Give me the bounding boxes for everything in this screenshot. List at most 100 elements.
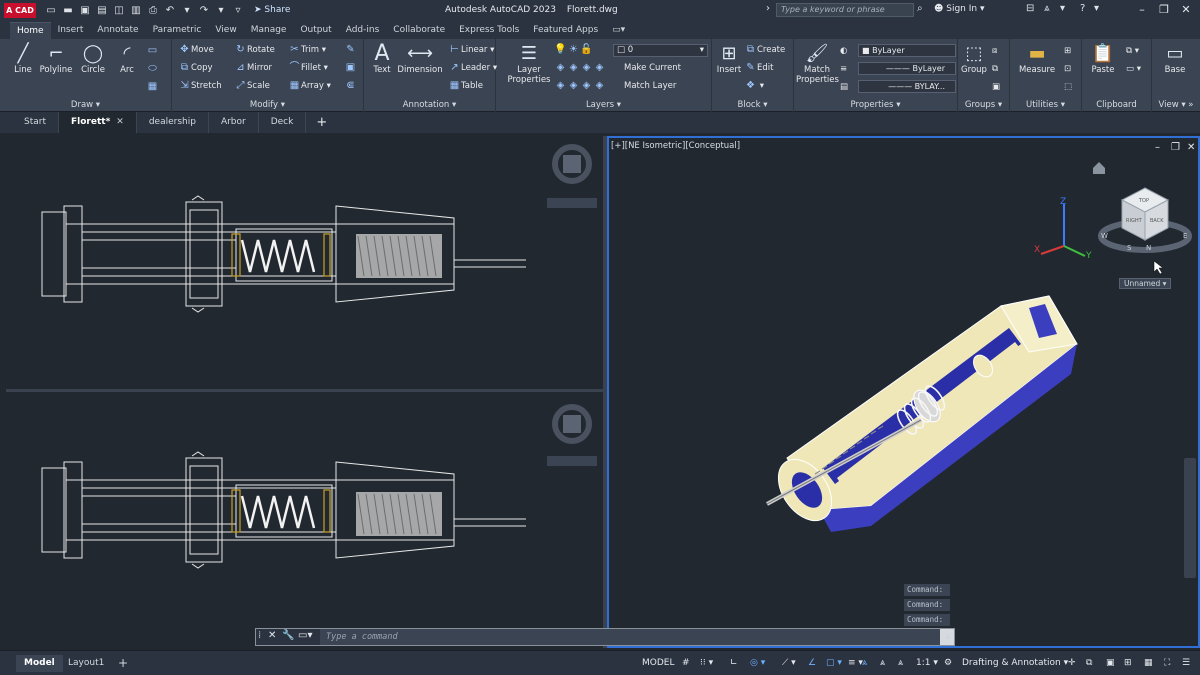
minimize-button[interactable]: – — [1131, 2, 1153, 18]
workspace-gear-icon[interactable]: ⚙ — [944, 656, 952, 671]
cut-icon[interactable]: ▭ ▾ — [1126, 62, 1141, 76]
ribbon-minimize-toggle-icon[interactable]: ▭▾ — [605, 22, 632, 39]
close-tab-icon[interactable]: ✕ — [116, 117, 124, 127]
color-dropdown[interactable]: ■ ByLayer — [858, 44, 956, 57]
tab-view[interactable]: View — [208, 22, 243, 39]
autodesk-app-icon[interactable]: ⩓ — [1044, 3, 1050, 14]
viewcube-menu-bottom[interactable] — [547, 456, 597, 466]
tab-insert[interactable]: Insert — [51, 22, 91, 39]
match-layer-button[interactable]: Match Layer — [624, 79, 676, 93]
trim-button[interactable]: ✂ Trim ▾ — [288, 43, 326, 57]
navigation-wheel-bottom[interactable] — [552, 404, 592, 444]
help-search-input[interactable]: Type a keyword or phrase — [776, 3, 914, 17]
explode-button[interactable]: ▣ — [344, 61, 357, 75]
snap-icon[interactable]: ⁝⁝ ▾ — [700, 656, 713, 671]
plus-icon[interactable]: ✛ — [1068, 656, 1076, 671]
leader-button[interactable]: ↗ Leader ▾ — [448, 61, 497, 75]
linetype-dropdown[interactable]: ——— ByLayer — [858, 62, 956, 75]
restore-button[interactable]: ❐ — [1153, 2, 1175, 18]
tab-manage[interactable]: Manage — [244, 22, 294, 39]
file-tab-arbor[interactable]: Arbor — [209, 112, 259, 133]
viewport-right-3d[interactable]: [+][NE Isometric][Conceptual] – ❐ ✕ Z X … — [607, 136, 1200, 648]
search-arrow-icon[interactable]: › — [766, 3, 770, 14]
linear-button[interactable]: ⊢ Linear ▾ — [448, 43, 494, 57]
tab-express-tools[interactable]: Express Tools — [452, 22, 526, 39]
isolate-objects-icon[interactable]: ⧉ — [1086, 656, 1092, 671]
stretch-button[interactable]: ⇲ Stretch — [178, 79, 221, 93]
tab-parametric[interactable]: Parametric — [146, 22, 209, 39]
clipboard-panel-title[interactable]: Clipboard — [1082, 100, 1151, 110]
group-edit-icon[interactable]: ⧉ — [992, 62, 998, 76]
groups-panel-title[interactable]: Groups ▾ — [958, 100, 1009, 110]
save-as-icon[interactable]: ▤ — [95, 4, 109, 17]
tab-featured-apps[interactable]: Featured Apps — [526, 22, 605, 39]
view-panel-title[interactable]: View ▾ » — [1152, 100, 1200, 110]
offset-button[interactable]: ⋐ — [344, 79, 357, 93]
mirror-button[interactable]: ⊿ Mirror — [234, 61, 272, 75]
quick-calc-icon[interactable]: ⊞ — [1064, 44, 1071, 58]
cloud-icon[interactable]: ◫ — [112, 4, 126, 17]
redo-icon[interactable]: ↷ — [197, 4, 211, 17]
measure-button[interactable]: ▬ Measure — [1016, 43, 1058, 75]
hatch-button[interactable]: ▦ — [146, 80, 159, 94]
navigation-bar[interactable] — [1184, 458, 1196, 578]
grid-icon[interactable]: # — [682, 656, 690, 671]
insert-button[interactable]: ⊞ Insert — [714, 43, 744, 75]
tab-home[interactable]: Home — [10, 22, 51, 39]
match-properties-button[interactable]: 🖌 Match Properties — [796, 43, 839, 85]
layer-dropdown[interactable]: □ 0 ▾ — [613, 44, 708, 57]
qat-menu-icon[interactable]: ▿ — [231, 4, 245, 17]
line-button[interactable]: ╱ Line — [8, 43, 38, 75]
edit-block-button[interactable]: ✎ Edit — [744, 61, 773, 75]
make-current-button[interactable]: Make Current — [624, 61, 681, 75]
fullscreen-icon[interactable]: ⛶ — [1164, 656, 1170, 671]
sign-in-button[interactable]: ☻ Sign In ▾ — [934, 4, 985, 14]
layers-panel-title[interactable]: Layers ▾ — [496, 100, 711, 110]
file-tab-florett[interactable]: Florett* ✕ — [59, 112, 137, 133]
viewport-bottom-left[interactable] — [6, 392, 603, 648]
utilities-panel-title[interactable]: Utilities ▾ — [1010, 100, 1081, 110]
customize-wrench-icon[interactable]: 🔧 — [282, 630, 294, 641]
array-button[interactable]: ▦ Array ▾ — [288, 79, 331, 93]
annotation-visibility-icon[interactable]: ⩓ — [862, 656, 867, 671]
help-icon[interactable]: ? — [1080, 3, 1085, 14]
id-point-icon[interactable]: ⊡ — [1064, 62, 1071, 76]
scale-button[interactable]: ⤢ Scale — [234, 79, 270, 93]
create-block-button[interactable]: ⧉ Create — [744, 43, 785, 57]
move-button[interactable]: ✥ Move — [178, 43, 214, 57]
model-layout-tab[interactable]: Model — [16, 655, 63, 672]
properties-panel-title[interactable]: Properties ▾ — [794, 100, 957, 110]
auto-scale-icon[interactable]: ⩓ — [880, 656, 885, 671]
viewcube-menu-top[interactable] — [547, 198, 597, 208]
layer-state-icons[interactable]: 💡 ☀ 🔓 — [554, 43, 593, 57]
save-icon[interactable]: ▣ — [78, 4, 92, 17]
ortho-icon[interactable]: ∟ — [730, 656, 738, 671]
command-grip-icon[interactable]: ⁞ — [258, 630, 261, 641]
lineweight-display-icon[interactable]: ≡ ▾ — [848, 656, 863, 671]
home-icon[interactable] — [1093, 162, 1105, 174]
copy-button[interactable]: ⧉ Copy — [178, 61, 213, 75]
object-snap-tracking-icon[interactable]: ∠ — [808, 656, 816, 671]
viewcube[interactable]: TOP RIGHT BACK N E S W — [1098, 187, 1192, 253]
tab-collaborate[interactable]: Collaborate — [386, 22, 452, 39]
arc-button[interactable]: ◜ Arc — [112, 43, 142, 75]
circle-button[interactable]: ◯ Circle — [78, 43, 108, 75]
annotation-scale-dropdown[interactable]: 1:1 ▾ — [916, 656, 938, 671]
file-tab-dealership[interactable]: dealership — [137, 112, 209, 133]
viewcube-ucs-menu[interactable]: Unnamed ▾ — [1119, 278, 1172, 289]
polar-tracking-icon[interactable]: ◎ ▾ — [750, 656, 765, 671]
ellipse-button[interactable]: ⬭ — [146, 62, 159, 76]
paste-button[interactable]: 📋 Paste — [1088, 43, 1118, 75]
plot-icon[interactable]: ▥ — [129, 4, 143, 17]
dimension-button[interactable]: ⟷ Dimension — [396, 43, 444, 75]
customize-menu-icon[interactable]: ☰ — [1182, 656, 1190, 671]
cart-icon[interactable]: ⊟ — [1026, 3, 1034, 14]
model-space-button[interactable]: MODEL — [642, 656, 674, 671]
block-attributes-button[interactable]: ❖ ▾ — [744, 79, 764, 93]
group-button[interactable]: ⬚ Group — [960, 43, 988, 75]
units-icon[interactable]: ⊞ — [1124, 656, 1132, 671]
search-icon[interactable]: ⌕ — [917, 3, 923, 14]
text-button[interactable]: A Text — [368, 43, 396, 76]
modify-panel-title[interactable]: Modify ▾ — [172, 100, 363, 110]
group-select-icon[interactable]: ▣ — [992, 80, 1000, 94]
